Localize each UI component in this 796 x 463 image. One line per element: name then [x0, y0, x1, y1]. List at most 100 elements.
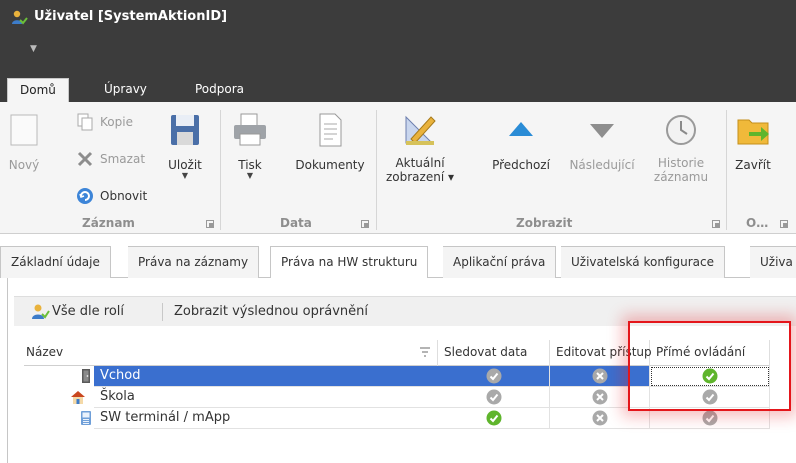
column-header-nazev-label: Název	[26, 345, 64, 359]
refresh-label: Obnovit	[100, 189, 148, 203]
door-icon	[78, 368, 94, 384]
ribbon-separator	[726, 110, 727, 230]
user-icon	[12, 10, 28, 25]
permission-cell-prime[interactable]	[650, 387, 770, 408]
ribbon-tabstrip: Domů Úpravy Podpora	[0, 66, 796, 102]
row-name-cell[interactable]: Vchod	[94, 366, 438, 387]
current-view-button[interactable]: Aktuální zobrazení ▾	[382, 112, 458, 184]
delete-icon	[77, 151, 93, 167]
column-header-prime-ovladani[interactable]: Přímé ovládání	[650, 340, 770, 366]
window-title: Uživatel [SystemAktionID]	[34, 9, 228, 24]
check-status-icon	[702, 410, 718, 426]
previous-label: Předchozí	[492, 158, 550, 172]
ribbon-tab-podpora[interactable]: Podpora	[183, 78, 256, 102]
table-row[interactable]: SW terminál / mApp	[24, 408, 770, 429]
copy-icon	[77, 113, 93, 131]
all-by-roles-label: Vše dle rolí	[52, 304, 125, 319]
new-label: Nový	[8, 158, 40, 172]
print-button[interactable]: Tisk ▼	[228, 112, 272, 180]
tab-uzivatelska-konfigurace[interactable]: Uživatelská konfigurace	[561, 246, 725, 278]
documents-label: Dokumenty	[295, 158, 365, 172]
copy-button[interactable]: Kopie	[76, 112, 146, 132]
group-label-data: Data	[280, 216, 312, 230]
permission-cell-editovat[interactable]	[550, 387, 650, 408]
current-view-label-1: Aktuální	[395, 156, 445, 170]
history-label-2: záznamu	[653, 170, 709, 184]
show-effective-permissions-button[interactable]: Zobrazit výslednou oprávnění	[174, 301, 368, 323]
table-row[interactable]: Škola	[24, 387, 770, 408]
clock-icon	[666, 115, 696, 145]
permission-cell-sledovat[interactable]	[438, 387, 550, 408]
column-header-editovat-pristup[interactable]: Editovat přístup	[550, 340, 652, 366]
delete-button[interactable]: Smazat	[76, 149, 156, 169]
house-icon	[70, 389, 86, 405]
print-dropdown-icon[interactable]: ▼	[228, 172, 272, 180]
check-status-icon	[702, 389, 718, 405]
tab-prava-na-zaznamy[interactable]: Práva na záznamy	[128, 246, 260, 278]
permission-cell-prime[interactable]	[650, 408, 770, 429]
new-document-icon	[10, 114, 38, 146]
permission-cell-editovat[interactable]	[550, 408, 650, 429]
column-header-nazev[interactable]: Název	[24, 340, 438, 366]
document-tabs: Základní údaje Práva na záznamy Práva na…	[0, 246, 796, 279]
next-button[interactable]: Následující	[564, 112, 640, 172]
previous-button[interactable]: Předchozí	[486, 112, 556, 172]
save-dropdown-icon[interactable]: ▼	[162, 172, 208, 180]
window-titlebar: Uživatel [SystemAktionID] ▼	[0, 0, 796, 66]
tab-aplikacni-prava[interactable]: Aplikační práva	[443, 246, 557, 278]
toolbar-separator	[162, 303, 163, 321]
permission-cell-sledovat[interactable]	[438, 408, 550, 429]
printer-icon	[234, 113, 266, 146]
arrow-up-icon	[509, 122, 533, 136]
cross-status-icon	[592, 410, 608, 426]
next-label: Následující	[569, 158, 635, 172]
check-status-icon	[486, 410, 502, 426]
close-button[interactable]: Zavřít	[728, 112, 778, 172]
row-name-cell[interactable]: Škola	[94, 387, 438, 408]
data-launcher-icon[interactable]	[361, 220, 369, 228]
group-label-last: O…	[746, 216, 769, 230]
zaznam-launcher-icon[interactable]	[206, 220, 214, 228]
refresh-icon	[77, 188, 93, 204]
quick-access-dropdown[interactable]: ▼	[30, 44, 37, 54]
document-icon	[319, 113, 342, 147]
row-name-cell[interactable]: SW terminál / mApp	[94, 408, 438, 429]
ruler-pencil-icon	[405, 115, 436, 145]
cross-status-icon	[592, 389, 608, 405]
history-button[interactable]: Historie záznamu	[650, 112, 712, 184]
check-status-icon	[486, 368, 502, 384]
refresh-button[interactable]: Obnovit	[76, 186, 156, 206]
zobrazit-launcher-icon[interactable]	[712, 220, 720, 228]
group-label-zobrazit: Zobrazit	[516, 216, 573, 230]
cross-status-icon	[592, 368, 608, 384]
filter-icon[interactable]	[420, 347, 430, 357]
save-label: Uložit	[168, 158, 202, 172]
permission-cell-prime[interactable]	[650, 366, 770, 387]
history-label-1: Historie	[657, 156, 705, 170]
group-label-zaznam: Záznam	[82, 216, 135, 230]
column-header-sledovat-data[interactable]: Sledovat data	[438, 340, 550, 366]
tab-zakladni-udaje[interactable]: Základní údaje	[0, 246, 111, 278]
new-button[interactable]: Nový	[4, 112, 44, 172]
last-launcher-icon[interactable]	[780, 220, 788, 228]
ribbon: Nový Kopie Smazat Obnovit Uložit ▼ Zázna…	[0, 102, 796, 234]
check-status-icon	[702, 368, 718, 384]
grid-toolbar: Vše dle rolí Zobrazit výslednou oprávněn…	[14, 296, 796, 326]
close-label: Zavřít	[735, 158, 771, 172]
table-row[interactable]: Vchod	[24, 366, 770, 387]
current-view-label-2: zobrazení ▾	[385, 170, 454, 184]
print-label: Tisk	[238, 158, 262, 172]
ribbon-separator	[376, 110, 377, 230]
permission-cell-sledovat[interactable]	[438, 366, 550, 387]
save-icon	[171, 115, 199, 145]
tab-uzivatele[interactable]: Uživa	[750, 246, 796, 278]
save-button[interactable]: Uložit ▼	[162, 112, 208, 180]
permission-cell-editovat[interactable]	[550, 366, 650, 387]
grid-header: Název Sledovat data Editovat přístup Pří…	[24, 340, 770, 366]
ribbon-tab-upravy[interactable]: Úpravy	[92, 78, 159, 102]
documents-button[interactable]: Dokumenty	[288, 112, 372, 172]
ribbon-tab-domu[interactable]: Domů	[7, 78, 69, 102]
ribbon-separator	[220, 110, 221, 230]
tab-prava-na-hw-strukturu[interactable]: Práva na HW strukturu	[270, 246, 429, 279]
arrow-down-icon	[590, 124, 614, 138]
